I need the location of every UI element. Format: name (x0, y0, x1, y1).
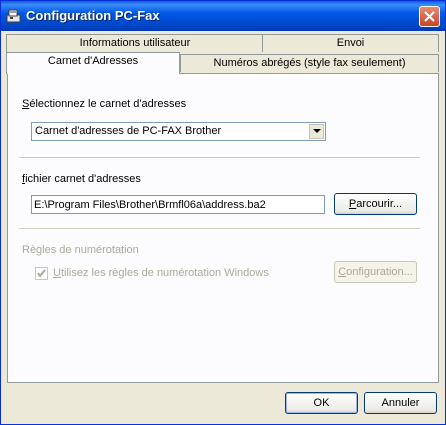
select-address-book-label: Sélectionnez le carnet d'adresses (22, 98, 187, 110)
dropdown-button[interactable] (309, 124, 324, 139)
tab-envoi[interactable]: Envoi (262, 34, 439, 52)
cancel-button[interactable]: Annuler (364, 392, 437, 414)
browse-button[interactable]: Parcourir... (334, 193, 417, 215)
address-file-input[interactable] (34, 197, 320, 212)
use-windows-rules-checkbox[interactable] (35, 267, 48, 280)
configuration-button[interactable]: Configuration... (334, 261, 417, 283)
tab-informations-utilisateur[interactable]: Informations utilisateur (6, 34, 264, 52)
address-book-select[interactable]: Carnet d'adresses de PC-FAX Brother (31, 122, 326, 141)
dialog-body: Informations utilisateur Envoi Carnet d'… (5, 31, 441, 421)
address-file-label: fichier carnet d'adresses (22, 173, 141, 185)
tab-label: Carnet d'Adresses (47, 55, 139, 67)
title-bar[interactable]: Configuration PC-Fax (1, 1, 445, 31)
tab-carnet-adresses[interactable]: Carnet d'Adresses (6, 52, 180, 74)
address-book-select-value: Carnet d'adresses de PC-FAX Brother (35, 125, 222, 137)
tab-label: Numéros abrégés (style fax seulement) (213, 57, 406, 69)
address-file-field[interactable] (31, 195, 325, 214)
close-button[interactable] (419, 6, 440, 27)
separator (19, 228, 420, 230)
dialing-rules-label: Règles de numérotation (22, 244, 139, 256)
checkmark-icon (37, 269, 46, 278)
tab-label: Informations utilisateur (79, 37, 191, 49)
close-icon (424, 11, 435, 22)
use-windows-rules-label: Utilisez les règles de numérotation Wind… (53, 267, 269, 279)
fax-app-icon (6, 8, 22, 24)
tab-label: Envoi (336, 37, 365, 49)
separator (19, 157, 420, 159)
dialog-window: Configuration PC-Fax Informations utilis… (0, 0, 446, 425)
ok-button[interactable]: OK (285, 392, 358, 414)
tab-numeros-abreges[interactable]: Numéros abrégés (style fax seulement) (180, 54, 439, 72)
window-title: Configuration PC-Fax (26, 8, 160, 23)
chevron-down-icon (313, 129, 321, 133)
